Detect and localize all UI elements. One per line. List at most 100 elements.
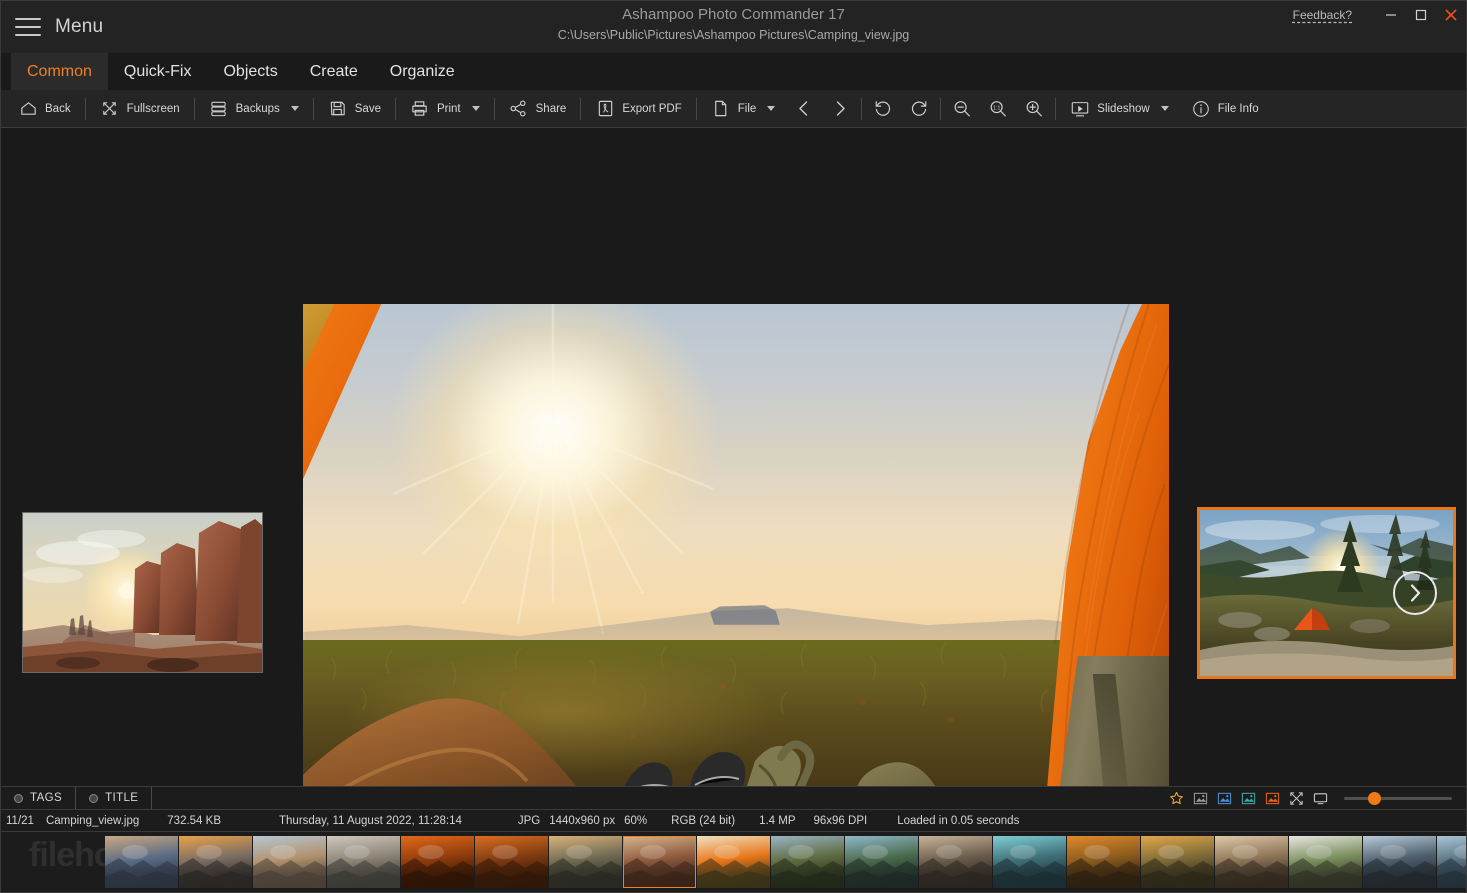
view-options-group xyxy=(1166,787,1460,809)
file-info-label: File Info xyxy=(1218,103,1259,115)
hamburger-icon xyxy=(15,18,41,36)
fullscreen-label: Fullscreen xyxy=(127,103,180,115)
print-icon xyxy=(410,99,430,119)
zoom-slider[interactable] xyxy=(1344,791,1452,805)
filmstrip-thumbnail[interactable] xyxy=(475,836,548,888)
next-image-preview[interactable] xyxy=(1197,507,1456,679)
zoom-actual-size-icon: 1:1 xyxy=(988,99,1008,119)
image-viewer-canvas[interactable] xyxy=(1,128,1466,786)
rotate-left-button[interactable] xyxy=(865,94,901,124)
title-tab[interactable]: TITLE xyxy=(76,787,152,809)
svg-text:1:1: 1:1 xyxy=(993,105,1001,111)
next-image-button[interactable] xyxy=(1393,571,1437,615)
main-image[interactable] xyxy=(303,304,1169,786)
file-info-button[interactable]: File Info xyxy=(1180,94,1270,124)
export-pdf-button[interactable]: Export PDF xyxy=(584,94,692,124)
fullscreen-button[interactable]: Fullscreen xyxy=(89,94,191,124)
share-button[interactable]: Share xyxy=(498,94,578,124)
toolbar-separator xyxy=(696,98,697,120)
filmstrip-thumbnail[interactable] xyxy=(327,836,400,888)
filmstrip-thumbnail[interactable] xyxy=(253,836,326,888)
thumbnail-filmstrip[interactable]: filehorse xyxy=(1,831,1466,892)
status-load-time: Loaded in 0.05 seconds xyxy=(897,815,1019,827)
slideshow-label: Slideshow xyxy=(1097,103,1149,115)
zoom-out-button[interactable] xyxy=(944,94,980,124)
next-image-button-toolbar[interactable] xyxy=(822,94,858,124)
title-label: TITLE xyxy=(105,792,138,804)
chevron-left-icon xyxy=(794,99,814,119)
status-megapixels: 1.4 MP xyxy=(759,815,795,827)
zoom-in-button[interactable] xyxy=(1016,94,1052,124)
menu-label: Menu xyxy=(55,16,103,38)
file-path: C:\Users\Public\Pictures\Ashampoo Pictur… xyxy=(1,28,1466,42)
tab-organize[interactable]: Organize xyxy=(374,53,471,90)
back-button[interactable]: Back xyxy=(7,94,82,124)
chevron-down-icon[interactable] xyxy=(1161,106,1169,111)
filmstrip-thumbnail[interactable] xyxy=(179,836,252,888)
share-label: Share xyxy=(536,103,567,115)
filmstrip-thumbnail[interactable] xyxy=(771,836,844,888)
image-tag-blue-icon[interactable] xyxy=(1214,789,1235,808)
filmstrip-thumbnail[interactable] xyxy=(1215,836,1288,888)
rotate-right-button[interactable] xyxy=(901,94,937,124)
toolbar-separator xyxy=(494,98,495,120)
slideshow-button[interactable]: Slideshow xyxy=(1059,94,1179,124)
close-button[interactable] xyxy=(1436,2,1466,28)
status-zoom-level: 60% xyxy=(624,815,647,827)
status-bar: 11/21 Camping_view.jpg 732.54 KB Thursda… xyxy=(1,809,1466,831)
filmstrip-thumbnail[interactable] xyxy=(1067,836,1140,888)
title-bar: Menu Ashampoo Photo Commander 17 C:\User… xyxy=(1,1,1466,53)
tab-create[interactable]: Create xyxy=(294,53,374,90)
monitor-icon[interactable] xyxy=(1310,789,1331,808)
filmstrip-thumbnail[interactable] xyxy=(697,836,770,888)
filmstrip-thumbnail[interactable] xyxy=(1289,836,1362,888)
zoom-slider-handle[interactable] xyxy=(1368,792,1381,805)
striped-socks xyxy=(611,752,746,786)
previous-image-button[interactable] xyxy=(786,94,822,124)
image-tag-teal-icon[interactable] xyxy=(1238,789,1259,808)
save-label: Save xyxy=(355,103,381,115)
tab-quick-fix[interactable]: Quick-Fix xyxy=(108,53,208,90)
zoom-actual-size-button[interactable]: 1:1 xyxy=(980,94,1016,124)
filmstrip-thumbnail[interactable] xyxy=(105,836,178,888)
filmstrip-thumbnail[interactable] xyxy=(549,836,622,888)
minimize-button[interactable] xyxy=(1376,2,1406,28)
ribbon-tab-bar: Common Quick-Fix Objects Create Organize xyxy=(1,53,1466,90)
chevron-down-icon[interactable] xyxy=(472,106,480,111)
menu-button[interactable]: Menu xyxy=(1,1,103,53)
file-label: File xyxy=(738,103,757,115)
fit-to-window-icon[interactable] xyxy=(1286,789,1307,808)
toolbar-separator xyxy=(940,98,941,120)
export-pdf-label: Export PDF xyxy=(622,103,681,115)
window-title-block: Ashampoo Photo Commander 17 C:\Users\Pub… xyxy=(1,6,1466,42)
previous-image-preview[interactable] xyxy=(22,512,263,673)
chevron-down-icon[interactable] xyxy=(291,106,299,111)
tab-objects[interactable]: Objects xyxy=(207,53,293,90)
toolbar-separator xyxy=(194,98,195,120)
fullscreen-icon xyxy=(100,99,120,119)
star-rating-icon[interactable] xyxy=(1166,789,1187,808)
feedback-link[interactable]: Feedback? xyxy=(1293,8,1352,22)
filmstrip-thumbnail[interactable] xyxy=(1437,836,1466,888)
filmstrip-thumbnail[interactable] xyxy=(1363,836,1436,888)
tab-common[interactable]: Common xyxy=(11,53,108,90)
image-tag-orange-icon[interactable] xyxy=(1262,789,1283,808)
filmstrip-thumbnail[interactable] xyxy=(401,836,474,888)
filmstrip-thumbnail[interactable] xyxy=(993,836,1066,888)
filmstrip-thumbnail[interactable] xyxy=(919,836,992,888)
toolbar-separator xyxy=(861,98,862,120)
image-tag-gray-icon[interactable] xyxy=(1190,789,1211,808)
file-button[interactable]: File xyxy=(700,94,787,124)
save-button[interactable]: Save xyxy=(317,94,392,124)
tags-tab[interactable]: TAGS xyxy=(1,787,76,809)
filmstrip-thumbnail[interactable] xyxy=(1141,836,1214,888)
filmstrip-thumbnail[interactable] xyxy=(623,836,696,888)
status-color-mode: RGB (24 bit) xyxy=(671,815,735,827)
backups-button[interactable]: Backups xyxy=(198,94,310,124)
maximize-button[interactable] xyxy=(1406,2,1436,28)
filmstrip-thumbnail[interactable] xyxy=(845,836,918,888)
chevron-down-icon[interactable] xyxy=(767,106,775,111)
status-filesize: 732.54 KB xyxy=(167,815,221,827)
print-button[interactable]: Print xyxy=(399,94,491,124)
toolbar-separator xyxy=(580,98,581,120)
